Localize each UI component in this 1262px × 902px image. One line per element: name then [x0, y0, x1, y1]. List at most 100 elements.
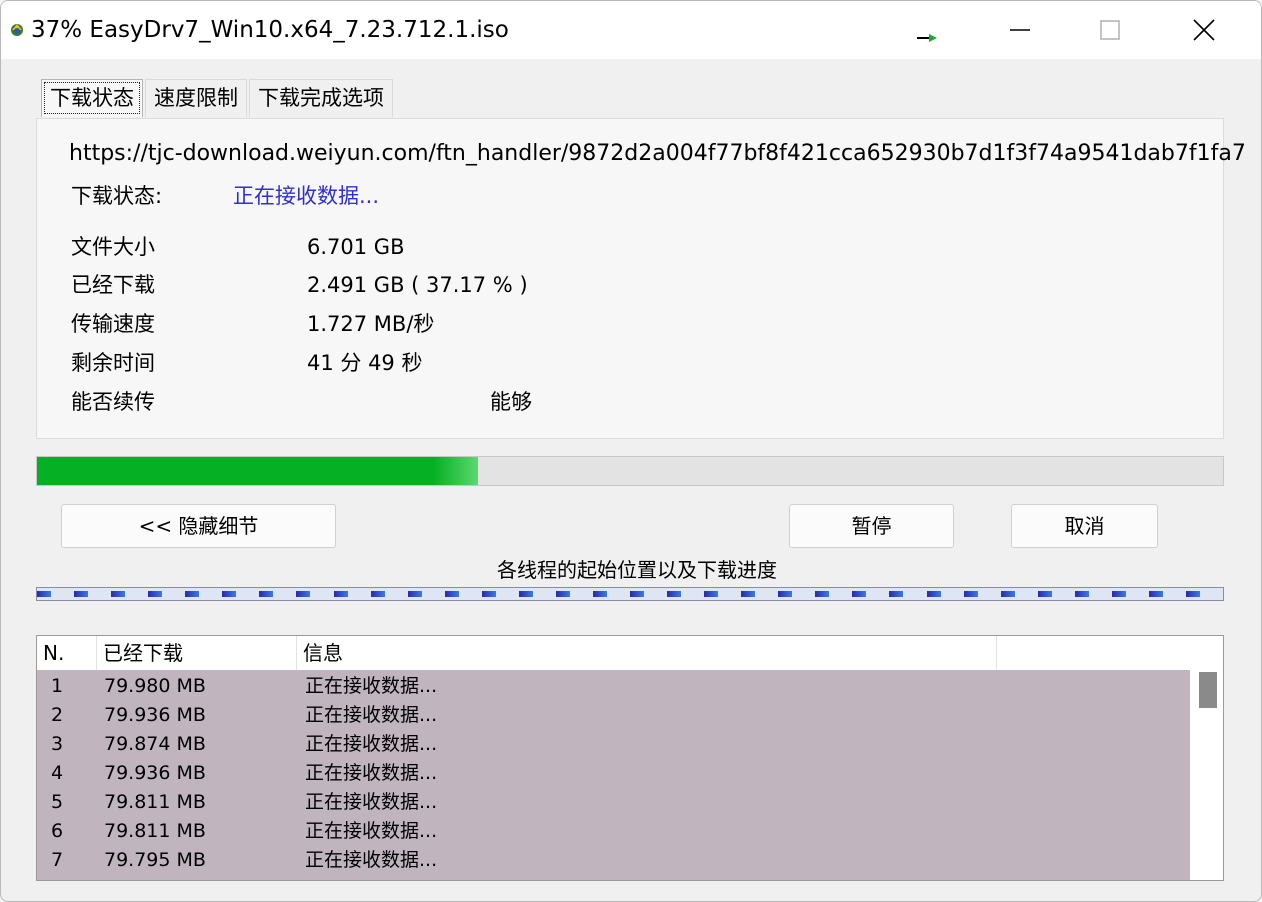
- download-window: 37% EasyDrv7_Win10.x64_7.23.712.1.iso 下载…: [0, 0, 1262, 902]
- thread-segment: [185, 591, 200, 597]
- thread-segment: [518, 591, 533, 597]
- downloaded-label: 已经下载: [71, 273, 155, 297]
- list-row[interactable]: 4 79.936 MB 正在接收数据...: [37, 759, 1190, 788]
- file-size-value: 6.701 GB: [307, 235, 405, 259]
- list-row[interactable]: 1 79.980 MB 正在接收数据...: [37, 672, 1190, 701]
- remaining-value: 41 分 49 秒: [307, 351, 423, 375]
- title-bar[interactable]: 37% EasyDrv7_Win10.x64_7.23.712.1.iso: [1, 1, 1261, 59]
- remaining-label: 剩余时间: [71, 351, 155, 375]
- row-info: 正在接收数据...: [305, 791, 438, 813]
- thread-segment: [963, 591, 978, 597]
- row-number: 1: [51, 675, 64, 697]
- row-number: 2: [51, 704, 64, 726]
- row-number: 3: [51, 733, 64, 755]
- row-number: 6: [51, 820, 64, 842]
- maximize-button[interactable]: [1087, 13, 1133, 47]
- thread-segment: [481, 591, 496, 597]
- row-downloaded: 79.936 MB: [104, 762, 206, 784]
- row-downloaded: 79.874 MB: [104, 733, 206, 755]
- thread-segment: [889, 591, 904, 597]
- tab-download-status[interactable]: 下载状态: [41, 79, 143, 117]
- list-row[interactable]: 2 79.936 MB 正在接收数据...: [37, 701, 1190, 730]
- list-scrollbar[interactable]: [1192, 670, 1223, 880]
- thread-segment: [592, 591, 607, 597]
- progress-fill: [37, 457, 478, 485]
- tab-completion-options[interactable]: 下载完成选项: [249, 79, 393, 117]
- column-header-n[interactable]: N.: [37, 636, 97, 670]
- pause-button[interactable]: 暂停: [789, 504, 954, 548]
- column-header-downloaded[interactable]: 已经下载: [97, 636, 297, 670]
- close-button[interactable]: [1181, 13, 1227, 47]
- activity-arrow-icon: [915, 28, 939, 42]
- row-info: 正在接收数据...: [305, 849, 438, 871]
- thread-segment: [555, 591, 570, 597]
- cancel-button[interactable]: 取消: [1011, 504, 1158, 548]
- thread-segment: [1000, 591, 1015, 597]
- list-row[interactable]: 5 79.811 MB 正在接收数据...: [37, 788, 1190, 817]
- row-downloaded: 79.936 MB: [104, 704, 206, 726]
- row-number: 4: [51, 762, 64, 784]
- list-body: 1 79.980 MB 正在接收数据... 2 79.936 MB 正在接收数据... 3 7…: [37, 670, 1190, 880]
- row-info: 正在接收数据...: [305, 704, 438, 726]
- thread-segment: [333, 591, 348, 597]
- tab-strip: 下载状态 速度限制 下载完成选项: [41, 79, 395, 117]
- thread-segment: [741, 591, 756, 597]
- thread-segment: [74, 591, 89, 597]
- thread-segment: [148, 591, 163, 597]
- row-downloaded: 79.795 MB: [104, 849, 206, 871]
- row-info: 正在接收数据...: [305, 762, 438, 784]
- speed-label: 传输速度: [71, 312, 155, 336]
- thread-segment: [1148, 591, 1163, 597]
- close-icon: [1193, 19, 1215, 41]
- list-header: N. 已经下载 信息: [37, 636, 1192, 670]
- list-row[interactable]: 6 79.811 MB 正在接收数据...: [37, 817, 1190, 846]
- state-value: 正在接收数据...: [233, 184, 380, 208]
- row-info: 正在接收数据...: [305, 675, 438, 697]
- thread-segment: [296, 591, 311, 597]
- maximize-icon: [1100, 20, 1120, 40]
- thread-segment: [370, 591, 385, 597]
- thread-segment: [852, 591, 867, 597]
- thread-segment: [1037, 591, 1052, 597]
- row-info: 正在接收数据...: [305, 820, 438, 842]
- state-label: 下载状态:: [71, 184, 163, 208]
- thread-segment: [444, 591, 459, 597]
- status-panel: https://tjc-download.weiyun.com/ftn_hand…: [36, 118, 1246, 439]
- row-downloaded: 79.980 MB: [104, 675, 206, 697]
- row-downloaded: 79.811 MB: [104, 820, 206, 842]
- column-header-extra[interactable]: [997, 636, 1192, 670]
- threads-caption: 各线程的起始位置以及下载进度: [497, 558, 777, 582]
- thread-segment: [37, 591, 51, 597]
- list-row[interactable]: 7 79.795 MB 正在接收数据...: [37, 846, 1190, 875]
- minimize-button[interactable]: [997, 13, 1043, 47]
- minimize-icon: [1010, 29, 1030, 31]
- thread-segment: [1074, 591, 1089, 597]
- thread-segment: [704, 591, 719, 597]
- thread-segment: [259, 591, 274, 597]
- resume-value: 能够: [490, 390, 532, 414]
- threads-progress-bar: [36, 587, 1224, 601]
- list-row[interactable]: 3 79.874 MB 正在接收数据...: [37, 730, 1190, 759]
- thread-segment: [222, 591, 237, 597]
- row-number: 7: [51, 849, 64, 871]
- window-title: 37% EasyDrv7_Win10.x64_7.23.712.1.iso: [31, 17, 509, 43]
- thread-list: N. 已经下载 信息 1 79.980 MB 正在接收数据... 2 79.936 MB…: [36, 635, 1224, 881]
- scrollbar-thumb[interactable]: [1199, 672, 1217, 708]
- resume-label: 能否续传: [71, 390, 155, 414]
- column-header-info[interactable]: 信息: [297, 636, 997, 670]
- thread-segment: [778, 591, 793, 597]
- download-url: https://tjc-download.weiyun.com/ftn_hand…: [69, 141, 1246, 166]
- hide-details-button[interactable]: << 隐藏细节: [61, 504, 336, 548]
- thread-segment: [667, 591, 682, 597]
- thread-segment: [926, 591, 941, 597]
- thread-segment: [407, 591, 422, 597]
- tab-speed-limit[interactable]: 速度限制: [145, 79, 247, 117]
- file-size-label: 文件大小: [71, 235, 155, 259]
- download-progress-bar: [36, 456, 1224, 486]
- row-downloaded: 79.811 MB: [104, 791, 206, 813]
- thread-segment: [815, 591, 830, 597]
- thread-segment: [1111, 591, 1126, 597]
- thread-segment: [111, 591, 126, 597]
- app-icon: [9, 21, 25, 37]
- row-number: 5: [51, 791, 64, 813]
